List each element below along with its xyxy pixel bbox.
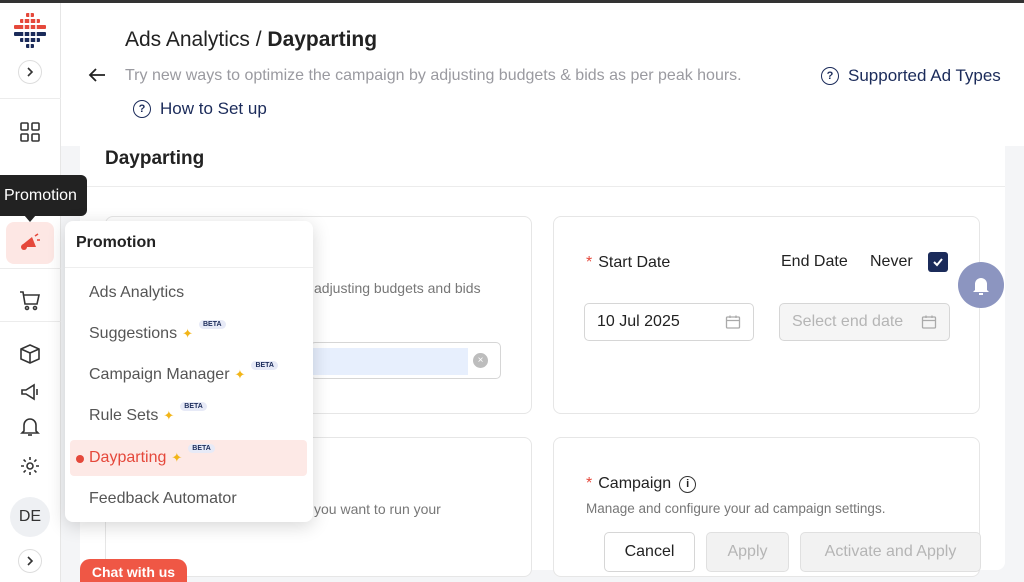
rail-divider: [0, 98, 61, 99]
promotion-nav-button[interactable]: [6, 222, 54, 264]
schedule-description: you want to run your: [314, 501, 441, 517]
user-avatar[interactable]: DE: [10, 497, 50, 537]
bell-icon[interactable]: [15, 411, 45, 441]
beta-badge: BETA: [251, 361, 278, 370]
campaign-name-input[interactable]: ×: [310, 342, 501, 379]
start-date-value: 10 Jul 2025: [597, 313, 680, 330]
menu-title: Promotion: [76, 234, 156, 251]
sparkle-icon: ✦: [171, 450, 183, 465]
beta-badge: BETA: [188, 444, 215, 453]
beta-badge: BETA: [180, 402, 207, 411]
info-icon[interactable]: i: [679, 475, 697, 493]
start-date-input[interactable]: 10 Jul 2025: [584, 303, 754, 341]
left-rail: DE: [0, 3, 61, 582]
how-to-setup-link[interactable]: ? How to Set up: [133, 99, 267, 119]
sparkle-icon: ✦: [182, 326, 193, 341]
never-checkbox[interactable]: [928, 252, 948, 272]
calendar-icon: [725, 315, 741, 329]
help-circle-icon: ?: [821, 67, 839, 85]
end-date-placeholder: Select end date: [792, 313, 904, 330]
settings-gear-icon[interactable]: [15, 451, 45, 481]
rail-divider: [0, 268, 61, 269]
menu-item-feedback-automator[interactable]: Feedback Automator: [70, 481, 307, 517]
chevron-right-icon: [27, 67, 34, 77]
campaign-help-text: Manage and configure your ad campaign se…: [586, 501, 886, 516]
app-logo-icon[interactable]: [12, 13, 48, 51]
check-icon: [933, 258, 943, 267]
supported-label: Supported Ad Types: [848, 66, 1001, 85]
menu-item-campaign-manager[interactable]: Campaign Manager ✦ BETA: [70, 357, 307, 393]
breadcrumb-current: Dayparting: [267, 28, 378, 51]
expand-bottom-button[interactable]: [18, 549, 42, 573]
box-icon[interactable]: [15, 339, 45, 369]
cart-icon[interactable]: [15, 285, 45, 315]
campaign-label: * Campaign i: [586, 475, 697, 493]
breadcrumb-parent[interactable]: Ads Analytics /: [125, 28, 262, 51]
help-circle-icon: ?: [133, 100, 151, 118]
chat-with-us-button[interactable]: Chat with us: [80, 559, 187, 582]
menu-divider: [65, 267, 313, 268]
menu-item-suggestions[interactable]: Suggestions ✦ BETA: [70, 316, 307, 352]
activate-and-apply-button[interactable]: Activate and Apply: [800, 532, 981, 572]
sparkle-icon: ✦: [234, 367, 246, 382]
start-date-label: * Start Date: [586, 254, 671, 271]
beta-badge: BETA: [198, 320, 226, 329]
end-date-label: End Date: [781, 253, 848, 270]
menu-item-ads-analytics[interactable]: Ads Analytics: [70, 275, 307, 311]
sparkle-icon: ✦: [163, 408, 175, 423]
clear-icon[interactable]: ×: [473, 353, 488, 368]
expand-sidebar-button[interactable]: [18, 60, 42, 84]
notification-fab[interactable]: [958, 262, 1004, 308]
supported-ad-types-link[interactable]: ? Supported Ad Types: [821, 66, 1001, 86]
announcement-icon[interactable]: [15, 377, 45, 407]
back-arrow-icon[interactable]: [85, 63, 109, 87]
cancel-button[interactable]: Cancel: [604, 532, 695, 572]
bell-icon: [973, 278, 989, 295]
page-header: Ads Analytics / Dayparting Try new ways …: [61, 3, 1024, 146]
rail-divider: [0, 321, 61, 322]
breadcrumb: Ads Analytics / Dayparting: [125, 28, 377, 52]
calendar-icon: [921, 315, 937, 329]
menu-item-rule-sets[interactable]: Rule Sets ✦ BETA: [70, 398, 307, 434]
menu-item-dayparting[interactable]: Dayparting ✦ BETA: [70, 440, 307, 476]
card-title: Dayparting: [105, 148, 205, 169]
end-date-input[interactable]: Select end date: [779, 303, 950, 341]
never-label: Never: [870, 253, 913, 270]
input-highlight: [311, 348, 468, 375]
megaphone-icon: [21, 233, 40, 250]
card-divider: [80, 186, 1005, 187]
chevron-right-icon: [27, 556, 34, 566]
apply-button[interactable]: Apply: [706, 532, 789, 572]
how-to-label: How to Set up: [160, 99, 267, 118]
promotion-tooltip: Promotion: [0, 175, 87, 216]
details-description: adjusting budgets and bids: [314, 280, 481, 296]
tooltip-tail: [24, 215, 36, 222]
active-dot: [76, 455, 84, 463]
page-subtitle: Try new ways to optimize the campaign by…: [125, 67, 742, 84]
dashboard-icon[interactable]: [15, 117, 45, 147]
promotion-menu: Promotion Ads Analytics Suggestions ✦ BE…: [65, 221, 313, 522]
